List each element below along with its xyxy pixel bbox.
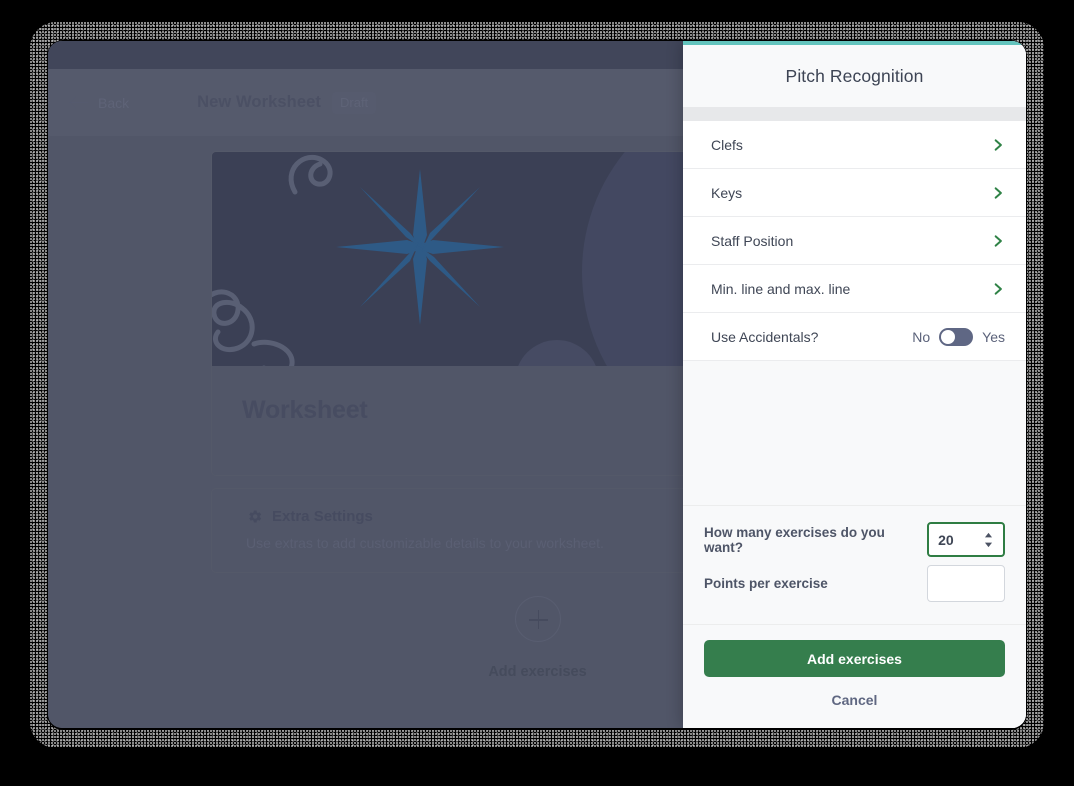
panel-actions: Add exercises Cancel	[683, 624, 1026, 728]
option-label: Use Accidentals?	[711, 328, 819, 345]
chevron-right-icon	[994, 138, 1002, 151]
panel-options-scroll[interactable]: Clefs Keys Staff Position Min. line and …	[683, 121, 1026, 505]
option-label: Min. line and max. line	[711, 280, 851, 297]
panel-form: How many exercises do you want? 20 Point…	[683, 505, 1026, 624]
exercise-count-label: How many exercises do you want?	[704, 524, 885, 555]
gear-icon	[249, 510, 262, 523]
add-exercises-button[interactable]: Add exercises	[704, 640, 1005, 677]
page-title: New Worksheet	[197, 93, 321, 111]
chevron-right-icon	[994, 282, 1002, 295]
panel-title: Pitch Recognition	[785, 65, 924, 86]
arrow-left-icon	[71, 96, 89, 110]
chevron-right-icon	[994, 186, 1002, 199]
back-button-label: Back	[98, 94, 130, 111]
points-per-exercise-input[interactable]	[927, 565, 1005, 602]
option-row-keys[interactable]: Keys	[683, 169, 1026, 217]
points-per-exercise-label: Points per exercise	[704, 576, 828, 591]
extra-settings-title: Extra Settings	[272, 508, 373, 525]
spinner-arrows-icon[interactable]	[984, 532, 993, 548]
exercise-config-panel: Pitch Recognition Clefs Keys Staff Posit…	[683, 41, 1026, 728]
screenshot-root: Back New Worksheet Draft Worksheet Extra…	[0, 0, 1074, 786]
option-row-clefs[interactable]: Clefs	[683, 121, 1026, 169]
plus-icon	[514, 596, 561, 642]
extra-settings-header: Extra Settings	[246, 508, 373, 525]
option-label: Keys	[711, 184, 743, 201]
toggle-off-label: No	[912, 328, 931, 345]
option-row-staff-position[interactable]: Staff Position	[683, 217, 1026, 265]
app-window: Back New Worksheet Draft Worksheet Extra…	[48, 41, 1026, 728]
panel-header: Pitch Recognition	[683, 45, 1026, 107]
exercise-count-stepper[interactable]: 20	[927, 522, 1005, 557]
option-label: Staff Position	[711, 232, 794, 249]
extra-settings-subtitle: Use extras to add customizable details t…	[246, 535, 604, 551]
cancel-button[interactable]: Cancel	[704, 692, 1005, 708]
exercise-count-row: How many exercises do you want? 20	[704, 522, 1005, 557]
accidentals-toggle[interactable]	[939, 327, 974, 346]
exercise-count-value: 20	[938, 531, 954, 548]
option-row-use-accidentals[interactable]: Use Accidentals? No Yes	[683, 313, 1026, 361]
status-badge: Draft	[332, 91, 377, 114]
worksheet-card-title: Worksheet	[242, 396, 368, 424]
accidentals-toggle-group: No Yes	[912, 327, 1005, 346]
back-button[interactable]: Back	[71, 95, 129, 111]
points-per-exercise-row: Points per exercise	[704, 565, 1005, 602]
chevron-right-icon	[994, 234, 1002, 247]
option-label: Clefs	[711, 136, 743, 153]
option-row-min-max-line[interactable]: Min. line and max. line	[683, 265, 1026, 313]
panel-divider-band	[683, 107, 1026, 121]
toggle-on-label: Yes	[982, 328, 1005, 345]
options-list: Clefs Keys Staff Position Min. line and …	[683, 121, 1026, 361]
toggle-knob	[941, 329, 956, 344]
